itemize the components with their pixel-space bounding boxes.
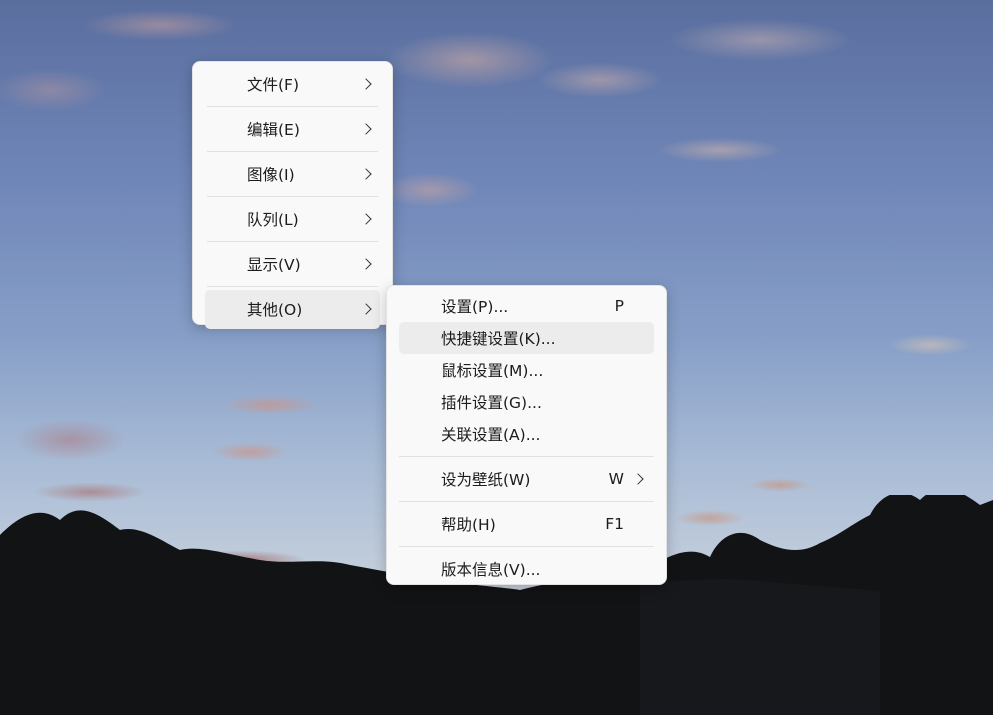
menu-item-label: 鼠标设置(M)...	[441, 362, 544, 380]
menu-separator	[399, 546, 654, 547]
chevron-right-icon	[360, 213, 372, 225]
submenu-other: 设置(P)... P 快捷键设置(K)... 鼠标设置(M)... 插件设置(G…	[386, 285, 667, 585]
menu-separator	[399, 501, 654, 502]
context-menu: 文件(F) 编辑(E) 图像(I) 队列(L) 显示(V) 其他(O)	[192, 61, 393, 329]
chevron-right-icon	[360, 303, 372, 315]
menu-item-label: 编辑(E)	[247, 121, 300, 139]
menu-item-label: 设为壁纸(W)	[441, 471, 531, 489]
menu-item-edit[interactable]: 编辑(E)	[205, 110, 380, 149]
menu-item-label: 队列(L)	[247, 211, 299, 229]
menu-item-label: 设置(P)...	[441, 298, 509, 316]
menu-item-plugin-settings[interactable]: 插件设置(G)...	[399, 386, 654, 418]
menu-item-label: 插件设置(G)...	[441, 394, 542, 412]
menu-item-display[interactable]: 显示(V)	[205, 245, 380, 284]
menu-item-hotkey-settings[interactable]: 快捷键设置(K)...	[399, 322, 654, 354]
menu-separator	[207, 106, 378, 107]
shortcut-key: W	[608, 470, 624, 488]
menu-item-other[interactable]: 其他(O)	[205, 289, 380, 329]
menu-item-version-info[interactable]: 版本信息(V)...	[399, 553, 654, 585]
menu-item-label: 显示(V)	[247, 256, 301, 274]
menu-item-file[interactable]: 文件(F)	[205, 65, 380, 104]
menu-separator	[399, 456, 654, 457]
menu-item-mouse-settings[interactable]: 鼠标设置(M)...	[399, 354, 654, 386]
menu-item-label: 版本信息(V)...	[441, 561, 541, 579]
menu-separator	[207, 286, 378, 287]
menu-item-help[interactable]: 帮助(H) F1	[399, 508, 654, 540]
shortcut-key: F1	[605, 515, 624, 533]
menu-item-set-wallpaper[interactable]: 设为壁纸(W) W	[399, 463, 654, 495]
menu-item-label: 其他(O)	[247, 301, 303, 319]
menu-item-label: 关联设置(A)...	[441, 426, 541, 444]
shortcut-key: P	[614, 297, 624, 315]
menu-separator	[207, 241, 378, 242]
menu-item-label: 快捷键设置(K)...	[441, 330, 556, 348]
chevron-right-icon	[632, 473, 644, 485]
menu-item-label: 帮助(H)	[441, 516, 496, 534]
menu-separator	[207, 151, 378, 152]
chevron-right-icon	[360, 123, 372, 135]
chevron-right-icon	[360, 168, 372, 180]
chevron-right-icon	[360, 78, 372, 90]
menu-item-label: 文件(F)	[247, 76, 300, 94]
menu-separator	[207, 196, 378, 197]
menu-item-queue[interactable]: 队列(L)	[205, 200, 380, 239]
menu-item-association-settings[interactable]: 关联设置(A)...	[399, 418, 654, 450]
menu-item-settings[interactable]: 设置(P)... P	[399, 290, 654, 322]
menu-item-image[interactable]: 图像(I)	[205, 155, 380, 194]
menu-item-label: 图像(I)	[247, 166, 295, 184]
chevron-right-icon	[360, 258, 372, 270]
